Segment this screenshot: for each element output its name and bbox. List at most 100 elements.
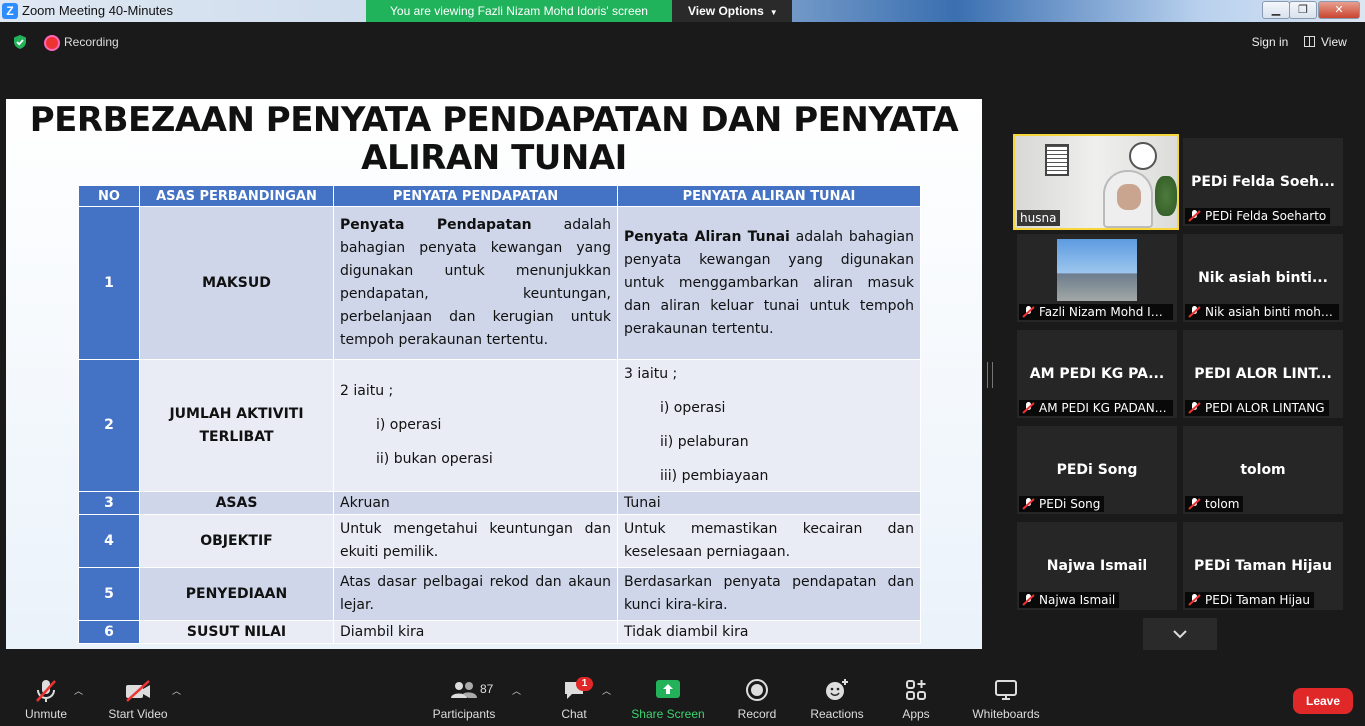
maximize-icon[interactable]: ❐ xyxy=(1289,1,1317,19)
minimize-icon[interactable]: ▁ xyxy=(1262,1,1290,19)
audio-options-chevron-icon[interactable]: ︿ xyxy=(74,684,83,697)
video-tile[interactable]: Najwa Ismail Najwa Ismail xyxy=(1017,522,1177,610)
participants-icon xyxy=(451,682,477,698)
gallery-scroll-down-button[interactable] xyxy=(1143,618,1217,650)
view-options-button[interactable]: View Options ▼ xyxy=(672,0,792,22)
row-basis: JUMLAH AKTIVITI TERLIBAT xyxy=(139,359,334,492)
cash-item: iii) pembiayaan xyxy=(660,468,769,484)
header-cash-flow: PENYATA ALIRAN TUNAI xyxy=(617,185,921,207)
chat-unread-badge: 1 xyxy=(576,677,593,691)
shared-screen-slide: PERBEZAAN PENYATA PENDAPATAN DAN PENYATA… xyxy=(6,99,982,649)
mic-muted-icon xyxy=(1188,306,1201,318)
participant-tile-name: PEDi Song xyxy=(1056,462,1138,478)
video-tile-active-speaker[interactable]: husna xyxy=(1013,134,1179,230)
video-options-chevron-icon[interactable]: ︿ xyxy=(172,684,181,697)
participant-name-label: tolom xyxy=(1185,496,1244,512)
comparison-table: NO ASAS PERBANDINGAN PENYATA PENDAPATAN … xyxy=(78,185,921,644)
mic-muted-icon xyxy=(1022,594,1035,606)
video-tile[interactable]: Fazli Nizam Mohd Id... xyxy=(1017,234,1177,322)
record-button[interactable]: Record xyxy=(730,666,784,726)
panel-splitter-handle[interactable] xyxy=(987,362,993,388)
table-header-row: NO ASAS PERBANDINGAN PENYATA PENDAPATAN … xyxy=(78,185,921,207)
participants-button[interactable]: 87 Participants xyxy=(426,666,502,726)
mic-muted-icon xyxy=(1022,498,1035,510)
row-number: 5 xyxy=(78,567,140,621)
sign-in-button[interactable]: Sign in xyxy=(1244,31,1296,53)
leave-button[interactable]: Leave xyxy=(1293,688,1353,714)
row-number: 4 xyxy=(78,514,140,568)
mic-muted-icon xyxy=(1188,594,1201,606)
start-video-button[interactable]: Start Video xyxy=(104,666,172,726)
income-term: Penyata Pendapatan xyxy=(340,217,532,233)
participant-avatar-image xyxy=(1057,239,1137,301)
video-tile[interactable]: AM PEDI KG PA... AM PEDI KG PADANG... xyxy=(1017,330,1177,418)
mic-muted-icon xyxy=(1188,402,1201,414)
table-row: 2 JUMLAH AKTIVITI TERLIBAT 2 iaitu ; i) … xyxy=(78,359,921,492)
header-basis: ASAS PERBANDINGAN xyxy=(139,185,334,207)
reactions-button[interactable]: Reactions xyxy=(806,666,868,726)
record-icon xyxy=(746,679,768,701)
cash-cell: 3 iaitu ; i) operasi ii) pelaburan iii) … xyxy=(617,359,921,492)
view-button[interactable]: View xyxy=(1304,31,1360,53)
reactions-label: Reactions xyxy=(810,707,864,721)
income-item: ii) bukan operasi xyxy=(376,451,493,467)
chat-label: Chat xyxy=(561,707,587,721)
share-screen-button[interactable]: Share Screen xyxy=(628,666,708,726)
participants-count: 87 xyxy=(480,682,494,696)
participant-tile-name: Najwa Ismail xyxy=(1046,558,1148,574)
row-basis: SUSUT NILAI xyxy=(139,620,334,644)
whiteboards-button[interactable]: Whiteboards xyxy=(966,666,1046,726)
window-title: Zoom Meeting 40-Minutes xyxy=(22,3,174,18)
unmute-button[interactable]: Unmute xyxy=(16,666,76,726)
participant-tile-name: Nik asiah binti... xyxy=(1198,270,1328,286)
chat-button[interactable]: Chat xyxy=(548,666,600,726)
header-income-statement: PENYATA PENDAPATAN xyxy=(333,185,618,207)
recording-status[interactable]: Recording xyxy=(64,35,119,49)
video-tile[interactable]: PEDI ALOR LINT... PEDI ALOR LINTANG xyxy=(1183,330,1343,418)
income-cell: Penyata Pendapatan adalah bahagian penya… xyxy=(333,206,618,360)
cash-cell: Tunai xyxy=(617,491,921,515)
chevron-down-icon: ▼ xyxy=(769,8,778,17)
share-screen-icon xyxy=(656,680,680,698)
mic-muted-icon xyxy=(1188,498,1201,510)
participant-tile-name: PEDi Felda Soeh... xyxy=(1191,174,1335,190)
table-row: 4 OBJEKTIF Untuk mengetahui keuntungan d… xyxy=(78,514,921,568)
participants-label: Participants xyxy=(432,707,496,721)
participant-name-label: Nik asiah binti moha... xyxy=(1185,304,1339,320)
participant-name-label: PEDi Taman Hijau xyxy=(1185,592,1315,608)
video-tile[interactable]: PEDi Song PEDi Song xyxy=(1017,426,1177,514)
whiteboard-icon xyxy=(995,680,1017,700)
participants-options-chevron-icon[interactable]: ︿ xyxy=(512,684,521,697)
participant-tile-name: tolom xyxy=(1240,462,1286,478)
table-row: 1 MAKSUD Penyata Pendapatan adalah bahag… xyxy=(78,206,921,360)
video-tile[interactable]: PEDi Taman Hijau PEDi Taman Hijau xyxy=(1183,522,1343,610)
video-tile[interactable]: Nik asiah binti... Nik asiah binti moha.… xyxy=(1183,234,1343,322)
participant-name-label: husna xyxy=(1017,210,1061,226)
row-number: 6 xyxy=(78,620,140,644)
share-screen-label: Share Screen xyxy=(631,707,705,721)
income-cell: Untuk mengetahui keuntungan dan ekuiti p… xyxy=(333,514,618,568)
zoom-app-icon: Z xyxy=(2,3,18,19)
video-off-icon xyxy=(126,680,150,702)
row-basis: MAKSUD xyxy=(139,206,334,360)
mic-muted-icon xyxy=(1188,210,1201,222)
cash-cell: Berdasarkan penyata pendapatan dan kunci… xyxy=(617,567,921,621)
screen-share-banner: You are viewing Fazli Nizam Mohd Idoris'… xyxy=(366,0,672,22)
reactions-icon xyxy=(826,679,848,700)
close-icon[interactable]: ✕ xyxy=(1318,1,1360,19)
table-row: 6 SUSUT NILAI Diambil kira Tidak diambil… xyxy=(78,620,921,644)
encryption-shield-icon[interactable] xyxy=(12,34,28,50)
view-label: View xyxy=(1321,35,1347,49)
cash-cell: Untuk memastikan kecairan dan keselesaan… xyxy=(617,514,921,568)
row-basis: OBJEKTIF xyxy=(139,514,334,568)
row-number: 1 xyxy=(78,206,140,360)
video-tile[interactable]: tolom tolom xyxy=(1183,426,1343,514)
income-item: i) operasi xyxy=(376,417,442,433)
window-titlebar: Z Zoom Meeting 40-Minutes You are viewin… xyxy=(0,0,1365,22)
video-tile[interactable]: PEDi Felda Soeh... PEDi Felda Soeharto xyxy=(1183,138,1343,226)
table-row: 3 ASAS Akruan Tunai xyxy=(78,491,921,515)
apps-button[interactable]: Apps xyxy=(894,666,938,726)
participant-tile-name: PEDI ALOR LINT... xyxy=(1194,366,1332,382)
whiteboards-label: Whiteboards xyxy=(972,707,1040,721)
chat-options-chevron-icon[interactable]: ︿ xyxy=(602,684,611,697)
